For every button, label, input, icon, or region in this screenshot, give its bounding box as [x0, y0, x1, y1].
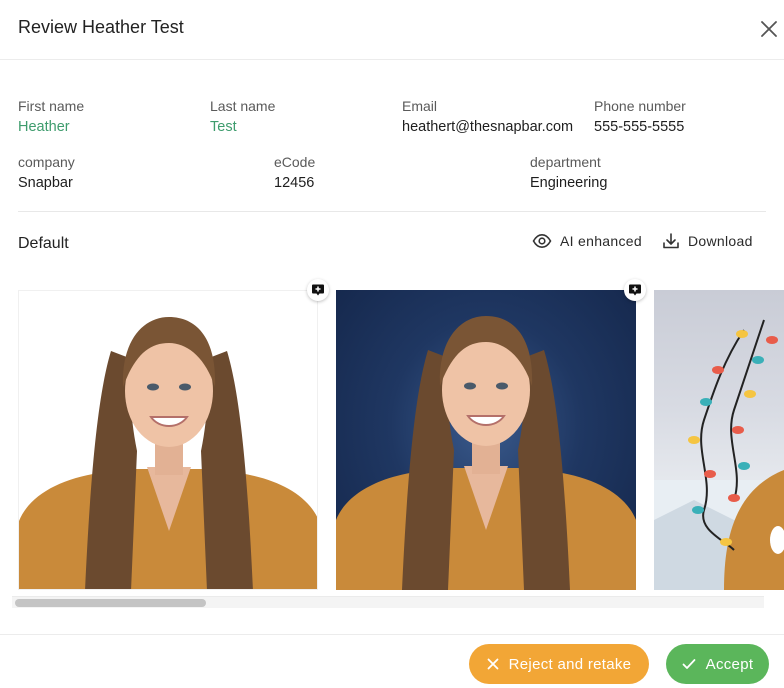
accept-label: Accept — [705, 655, 754, 673]
download-icon — [663, 233, 679, 249]
last-name-label: Last name — [210, 98, 276, 114]
first-name-value[interactable]: Heather — [18, 117, 84, 137]
ai-enhanced-label: AI enhanced — [560, 233, 642, 249]
download-label: Download — [688, 233, 753, 249]
photo-holiday-background[interactable] — [654, 290, 784, 590]
last-name-field: Last name Test — [210, 97, 275, 137]
phone-value: 555-555-5555 — [594, 119, 685, 135]
reject-and-retake-button[interactable]: Reject and retake — [469, 644, 649, 684]
close-icon — [487, 658, 499, 670]
modal-header: Review Heather Test — [0, 0, 784, 60]
check-icon — [682, 659, 696, 669]
eye-icon — [532, 233, 552, 249]
email-field: Email heathert@thesnapbar.com — [402, 97, 573, 137]
accept-button[interactable]: Accept — [666, 644, 769, 684]
portrait-illustration — [336, 316, 636, 590]
download-button[interactable]: Download — [662, 230, 753, 252]
department-field: department Engineering — [530, 153, 607, 193]
section-title: Default — [18, 235, 69, 252]
photo-comment-badge[interactable] — [307, 279, 329, 301]
company-label: company — [18, 154, 75, 170]
email-label: Email — [402, 98, 438, 114]
comment-plus-icon — [312, 284, 324, 296]
review-modal: Review Heather Test First name Heather L… — [0, 0, 784, 688]
first-name-field: First name Heather — [18, 97, 84, 137]
section-divider — [18, 211, 766, 212]
last-name-value[interactable]: Test — [210, 117, 275, 137]
company-value: Snapbar — [18, 175, 73, 191]
photo-comment-badge[interactable] — [624, 279, 646, 301]
first-name-label: First name — [18, 98, 85, 114]
ai-enhanced-toggle[interactable]: AI enhanced — [532, 230, 642, 252]
comment-plus-icon — [629, 284, 641, 296]
reject-label: Reject and retake — [508, 655, 632, 673]
modal-title: Review Heather Test — [18, 17, 184, 37]
department-label: department — [530, 154, 601, 170]
company-field: company Snapbar — [18, 153, 75, 193]
photo-white-background[interactable] — [18, 290, 318, 590]
ecode-label: eCode — [274, 154, 316, 170]
ecode-field: eCode 12456 — [274, 153, 315, 193]
holiday-lights-illustration — [654, 319, 784, 590]
ecode-value: 12456 — [274, 175, 315, 191]
horizontal-scrollbar-thumb[interactable] — [15, 599, 206, 607]
photo-strip[interactable] — [0, 280, 784, 592]
phone-label: Phone number — [594, 98, 686, 114]
photo-navy-background[interactable] — [336, 290, 636, 590]
portrait-illustration — [19, 317, 317, 589]
close-icon — [761, 21, 777, 37]
close-button[interactable] — [756, 16, 782, 42]
email-value: heathert@thesnapbar.com — [402, 119, 574, 135]
department-value: Engineering — [530, 175, 608, 191]
phone-field: Phone number 555-555-5555 — [594, 97, 686, 137]
